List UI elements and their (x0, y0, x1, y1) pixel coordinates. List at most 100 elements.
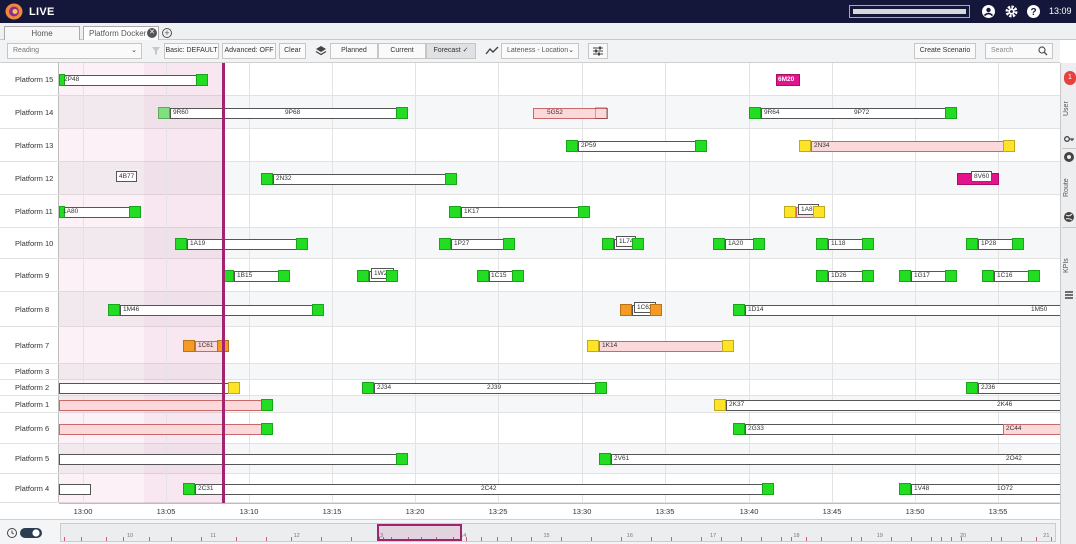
service-label[interactable]: 2J39 (487, 383, 501, 392)
timeline-overview[interactable]: 10 11 12 13 14 15 16 17 18 19 20 21 (60, 523, 1056, 542)
dwell-block-green[interactable] (175, 238, 187, 250)
dwell-block-yellow[interactable] (228, 382, 240, 394)
service-label[interactable]: 1C61 (198, 341, 214, 350)
settings-gear-icon[interactable] (1004, 4, 1019, 19)
advanced-filter-button[interactable]: Advanced: OFF (222, 43, 276, 59)
service-label[interactable]: 1L18 (831, 239, 845, 248)
service-label[interactable]: 4B77 (116, 171, 138, 182)
service-label[interactable]: 1O72 (997, 484, 1013, 493)
dwell-block-yellow[interactable] (799, 140, 811, 152)
dwell-block-green[interactable] (695, 140, 707, 152)
overview-window-handle[interactable] (377, 524, 462, 541)
dwell-block-green[interactable] (862, 238, 874, 250)
layers-icon[interactable] (313, 43, 329, 59)
sidebar-tab-kpis[interactable]: KPIs (1063, 255, 1075, 277)
dwell-block-green[interactable] (632, 238, 644, 250)
service-label[interactable]: 2J36 (981, 383, 995, 392)
service-label[interactable]: 1A80 (63, 207, 78, 216)
service-label[interactable]: 1M46 (123, 305, 139, 314)
add-tab-icon[interactable]: + (162, 28, 172, 38)
create-scenario-button[interactable]: Create Scenario (914, 43, 976, 59)
service-label[interactable]: 1C16 (997, 271, 1013, 280)
dwell-block-green[interactable] (816, 270, 828, 282)
dwell-block-green[interactable] (966, 382, 978, 394)
dwell-block-green[interactable] (816, 238, 828, 250)
service-label[interactable]: 8V60 (971, 171, 993, 182)
dwell-block-green[interactable] (982, 270, 994, 282)
planned-view-button[interactable]: Planned (330, 43, 378, 59)
service-label[interactable]: 5G52 (547, 108, 563, 117)
dwell-block-green[interactable] (566, 140, 578, 152)
dwell-block-yellow[interactable] (587, 340, 599, 352)
dwell-block-green[interactable] (753, 238, 765, 250)
dwell-block-green[interactable] (945, 270, 957, 282)
service-label[interactable]: 1K14 (602, 341, 617, 350)
dwell-block-green[interactable] (296, 238, 308, 250)
service-label[interactable]: 1P27 (454, 239, 469, 248)
dwell-block-green[interactable] (512, 270, 524, 282)
dwell-block-green[interactable] (599, 453, 611, 465)
dwell-block-green[interactable] (595, 382, 607, 394)
service-label[interactable]: 2N32 (276, 174, 292, 183)
dwell-block-green[interactable] (196, 74, 208, 86)
service-label[interactable]: 1C15 (491, 271, 507, 280)
search-input[interactable]: Search (985, 43, 1053, 59)
dwell-block-green[interactable] (578, 206, 590, 218)
occupancy-bar[interactable] (811, 141, 1006, 152)
dwell-block-green[interactable] (396, 107, 408, 119)
service-label[interactable]: 1D26 (831, 271, 847, 280)
auto-scroll-toggle[interactable] (6, 527, 44, 539)
dwell-block-orange[interactable] (183, 340, 195, 352)
occupancy-bar[interactable] (599, 341, 724, 352)
dwell-block-orange[interactable] (650, 304, 662, 316)
dwell-block-green[interactable] (733, 423, 745, 435)
clear-button[interactable]: Clear (279, 43, 306, 59)
occupancy-bar[interactable] (59, 484, 91, 495)
dwell-block-green[interactable] (449, 206, 461, 218)
dwell-block-green[interactable] (261, 423, 273, 435)
dwell-block-green[interactable] (762, 483, 774, 495)
service-label[interactable]: 2C44 (1006, 424, 1022, 433)
service-label[interactable]: 2K46 (997, 400, 1012, 409)
dwell-block-yellow[interactable] (813, 206, 825, 218)
dwell-block-green[interactable] (602, 238, 614, 250)
service-label[interactable]: 2P48 (64, 75, 79, 84)
dwell-block-green[interactable] (183, 483, 195, 495)
globe-icon[interactable] (1063, 211, 1075, 223)
service-label[interactable]: 2K37 (729, 400, 744, 409)
occupancy-bar[interactable] (195, 484, 765, 495)
service-label[interactable]: 2O42 (1006, 454, 1022, 463)
dwell-block-green[interactable] (362, 382, 374, 394)
dwell-block-green[interactable] (439, 238, 451, 250)
occupancy-bar[interactable] (911, 484, 1060, 495)
dwell-block-green[interactable] (899, 270, 911, 282)
location-select[interactable]: Reading ⌄ (7, 43, 142, 59)
dwell-block-green[interactable] (386, 270, 398, 282)
dwell-block-green[interactable] (278, 270, 290, 282)
current-view-button[interactable]: Current (378, 43, 426, 59)
adjust-settings-button[interactable] (588, 43, 608, 59)
sidebar-tab-user[interactable]: User (1063, 98, 1075, 120)
service-label[interactable]: 1D14 (748, 305, 764, 314)
list-icon[interactable] (1063, 289, 1075, 301)
service-label[interactable]: 2C42 (481, 484, 497, 493)
service-label[interactable]: 1M50 (1031, 305, 1047, 314)
dwell-block-green[interactable] (129, 206, 141, 218)
dwell-block-green[interactable] (108, 304, 120, 316)
close-tab-icon[interactable]: ✕ (147, 28, 157, 38)
dwell-block-green[interactable] (733, 304, 745, 316)
dwell-block-green[interactable] (899, 483, 911, 495)
dwell-block-green[interactable] (1012, 238, 1024, 250)
dwell-block-green[interactable] (312, 304, 324, 316)
dwell-block-green[interactable] (966, 238, 978, 250)
occupancy-bar[interactable] (745, 305, 1060, 316)
dwell-block-green[interactable] (261, 173, 273, 185)
service-label[interactable]: 6M20 (778, 75, 794, 84)
service-label[interactable]: 1P28 (981, 239, 996, 248)
dwell-block-green[interactable] (477, 270, 489, 282)
dwell-block-yellow[interactable] (714, 399, 726, 411)
user-account-icon[interactable] (981, 4, 996, 19)
dwell-block-yellow[interactable] (784, 206, 796, 218)
filter-icon[interactable] (148, 43, 164, 59)
dwell-block-orange[interactable] (620, 304, 632, 316)
